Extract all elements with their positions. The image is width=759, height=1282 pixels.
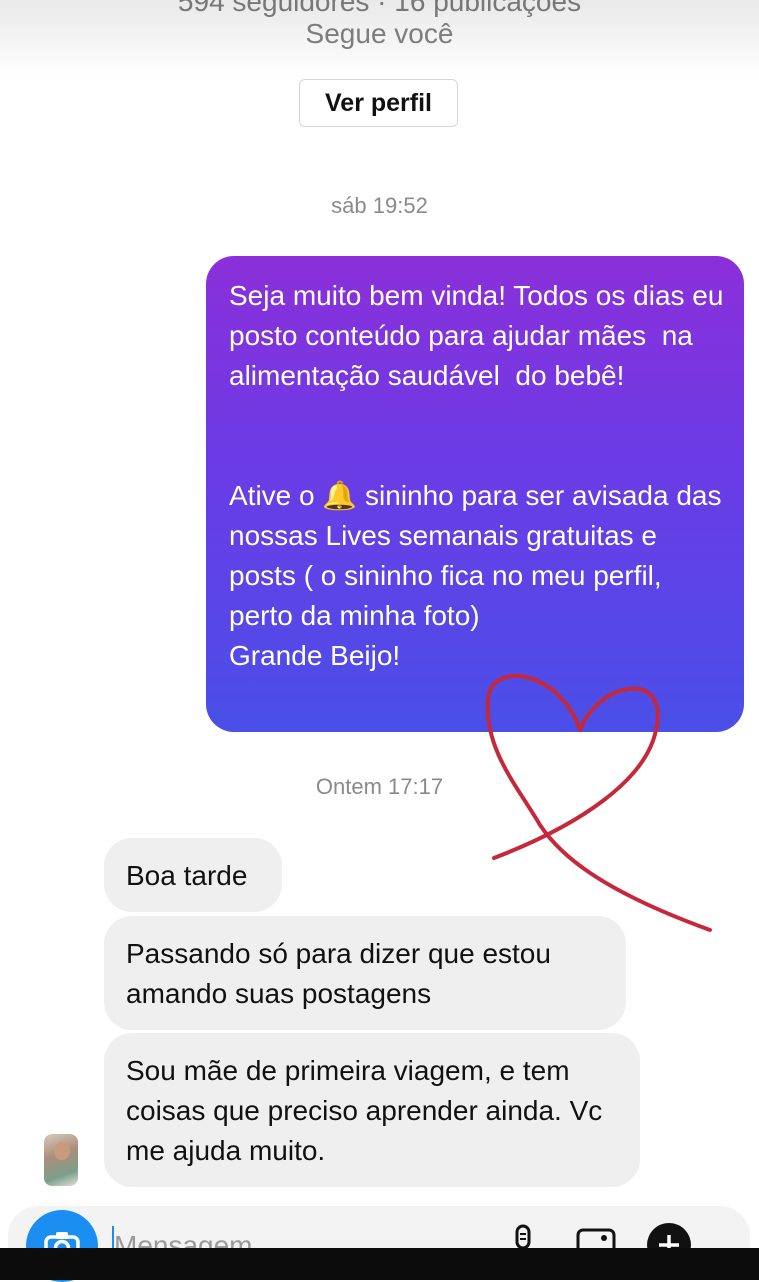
- received-message-bubble[interactable]: Boa tarde: [104, 838, 282, 912]
- avatar[interactable]: [44, 1134, 78, 1186]
- received-message-bubble[interactable]: Sou mãe de primeira viagem, e tem coisas…: [104, 1033, 640, 1187]
- profile-counts: 594 seguidores · 16 publicações: [177, 0, 582, 17]
- follows-you-label: Segue você: [305, 18, 454, 49]
- received-message-bubble[interactable]: Passando só para dizer que estou amando …: [104, 916, 626, 1030]
- message-timestamp: Ontem 17:17: [315, 774, 444, 799]
- sent-message-bubble[interactable]: Seja muito bem vinda! Todos os dias eu p…: [206, 256, 744, 732]
- view-profile-button[interactable]: Ver perfil: [299, 79, 458, 127]
- system-navigation-bar: [0, 1248, 759, 1280]
- message-timestamp: sáb 19:52: [331, 193, 428, 218]
